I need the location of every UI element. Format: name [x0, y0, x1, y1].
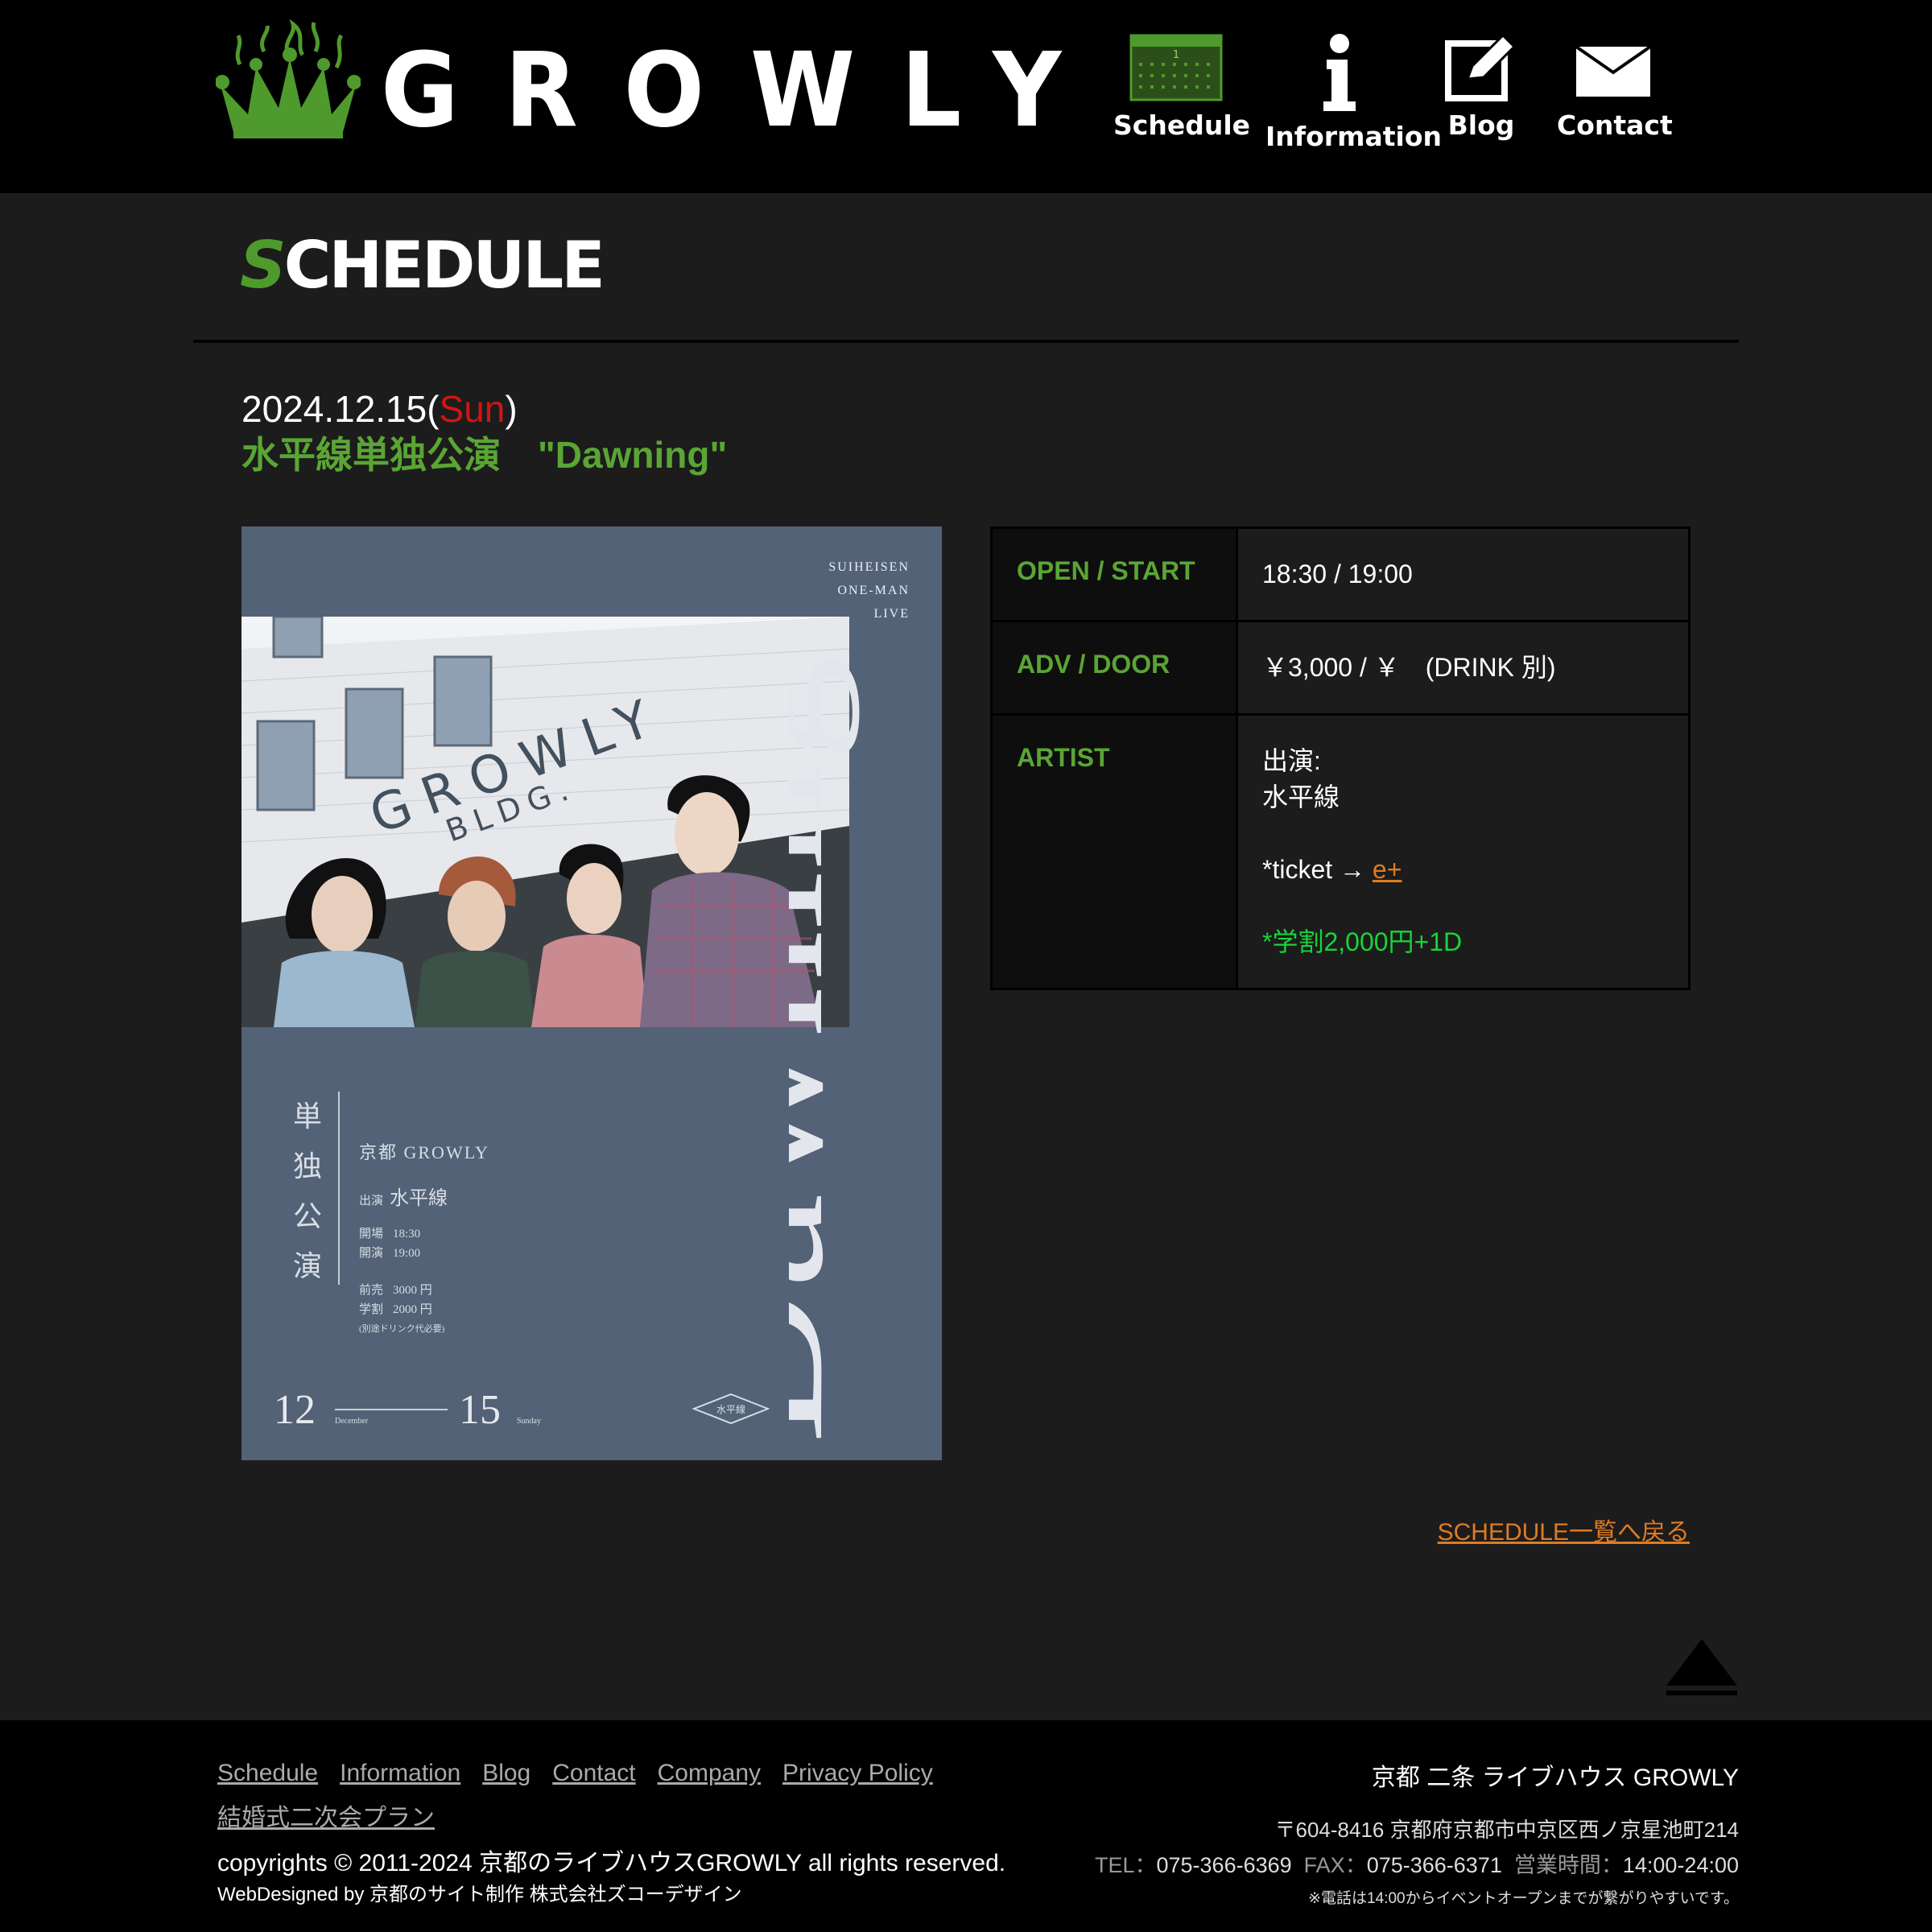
- footer-venue-name: 京都 二条 ライブハウス GROWLY: [1371, 1765, 1739, 1791]
- site-header: GROWLY 1 Schedule Information Blog Conta…: [0, 0, 1932, 193]
- row-key-open-start: OPEN / START: [990, 526, 1238, 622]
- flyer-vertical-title: 単 独 公 演: [291, 1092, 324, 1291]
- designer-credit: WebDesigned by 京都のサイト制作 株式会社ズコーデザイン: [217, 1884, 742, 1905]
- flyer-start-time: 19:00: [393, 1247, 421, 1260]
- flyer-stamp: 水平線: [692, 1393, 770, 1425]
- event-info-table: OPEN / START 18:30 / 19:00 ADV / DOOR ￥3…: [990, 526, 1690, 990]
- flyer-divider: [338, 1092, 340, 1285]
- nav-blog[interactable]: Blog: [1441, 32, 1521, 141]
- page-title-initial: S: [240, 228, 287, 303]
- nav-schedule[interactable]: 1 Schedule: [1113, 32, 1251, 141]
- nav-schedule-label: Schedule: [1113, 109, 1251, 141]
- flyer-start-label: 開演: [359, 1247, 384, 1260]
- event-flyer: SUIHEISEN ONE-MAN LIVE GROWLY BLDG. Dawn…: [242, 526, 942, 1460]
- flyer-performer: 水平線: [390, 1188, 448, 1209]
- brand-wordmark: GROWLY: [381, 30, 1108, 151]
- calendar-icon: 1: [1129, 34, 1223, 101]
- nav-contact[interactable]: Contact: [1557, 32, 1673, 141]
- info-icon: [1323, 34, 1356, 111]
- tel-number: 075-366-6369: [1156, 1853, 1292, 1877]
- flyer-adv-price: 3000 円: [393, 1284, 432, 1297]
- flyer-vertical-char: 単: [292, 1100, 322, 1133]
- phone-note: ※電話は14:00からイベントオープンまでが繋がりやすいです。: [1308, 1890, 1739, 1907]
- row-key-artist: ARTIST: [990, 713, 1238, 990]
- nav-information-label: Information: [1265, 121, 1442, 152]
- row-value-open-start: 18:30 / 19:00: [1236, 526, 1690, 622]
- flyer-venue: 京都 GROWLY: [359, 1142, 489, 1162]
- footer-link-schedule[interactable]: Schedule: [217, 1760, 318, 1786]
- flyer-day-name: Sunday: [517, 1417, 541, 1426]
- title-divider: [193, 340, 1739, 343]
- flyer-month: 12: [274, 1387, 316, 1433]
- flyer-stamp-text: 水平線: [716, 1403, 745, 1415]
- flyer-drink-note: (別途ドリンク代必要): [359, 1324, 445, 1334]
- ticket-prefix: *ticket →: [1262, 855, 1373, 884]
- flyer-big-title: Dawning: [789, 655, 860, 1444]
- student-discount-note: *学割2,000円+1D: [1262, 927, 1463, 956]
- event-date-text: 2024.12.15(: [242, 388, 440, 430]
- event-title: 水平線単独公演 "Dawning": [242, 434, 728, 476]
- fax-number: 075-366-6371: [1366, 1853, 1502, 1877]
- svg-text:1: 1: [1173, 49, 1179, 61]
- pencil-icon: [1445, 33, 1517, 101]
- flyer-date-dash: [335, 1409, 448, 1410]
- event-date: 2024.12.15(Sun): [242, 389, 518, 430]
- table-row: ADV / DOOR ￥3,000 / ￥ (DRINK 別): [990, 620, 1690, 716]
- nav-contact-label: Contact: [1557, 109, 1673, 141]
- flyer-open-time: 18:30: [393, 1228, 421, 1241]
- row-key-price: ADV / DOOR: [990, 620, 1238, 716]
- footer-link-company[interactable]: Company: [658, 1760, 761, 1786]
- site-footer: Schedule Information Blog Contact Company Pri…: [0, 1720, 1932, 1932]
- flyer-performer-label: 出演: [359, 1195, 384, 1208]
- footer-contact-line: TEL：075-366-6369 FAX：075-366-6371 営業時間：1…: [1095, 1847, 1739, 1879]
- flyer-header-text: SUIHEISEN ONE-MAN LIVE: [828, 555, 910, 625]
- flyer-month-name: December: [335, 1417, 369, 1426]
- nav-blog-label: Blog: [1447, 109, 1515, 141]
- flyer-open-label: 開場: [359, 1228, 384, 1241]
- flyer-details: 京都 GROWLY 出演 水平線 開場 18:30 開演 19:00 前売 30…: [359, 1138, 489, 1339]
- crown-icon: [216, 19, 361, 138]
- event-day-of-week: Sun: [439, 388, 506, 430]
- flyer-student-price: 2000 円: [393, 1303, 432, 1316]
- event-date-close: ): [505, 388, 518, 430]
- footer-link-information[interactable]: Information: [340, 1760, 460, 1786]
- footer-link-contact[interactable]: Contact: [552, 1760, 635, 1786]
- artist-label: 出演:: [1262, 746, 1321, 775]
- flyer-student-label: 学割: [359, 1303, 384, 1316]
- hours-label: 営業時間：: [1513, 1853, 1623, 1877]
- back-to-schedule-link[interactable]: SCHEDULE一覧へ戻る: [1438, 1512, 1690, 1547]
- row-value-artist: 出演: 水平線 *ticket → e+ *学割2,000円+1D: [1236, 713, 1690, 990]
- flyer-dawning-text: Dawning: [789, 655, 860, 1444]
- footer-link-blog[interactable]: Blog: [482, 1760, 530, 1786]
- copyright: copyrights © 2011-2024 京都のライブハウスGROWLY a…: [217, 1850, 1006, 1876]
- footer-nav: Schedule Information Blog Contact Company Pri…: [217, 1751, 1038, 1841]
- band-photo: GROWLY BLDG.: [242, 617, 849, 1027]
- flyer-day: 15: [459, 1387, 501, 1433]
- table-row: ARTIST 出演: 水平線 *ticket → e+ *学割2,000円+1D: [990, 713, 1690, 990]
- table-row: OPEN / START 18:30 / 19:00: [990, 526, 1690, 622]
- page-title-rest: CHEDULE: [283, 228, 605, 303]
- row-value-price: ￥3,000 / ￥ (DRINK 別): [1236, 620, 1690, 716]
- site-logo[interactable]: GROWLY: [216, 19, 1061, 148]
- footer-link-wedding-plan[interactable]: 結婚式二次会プラン: [217, 1805, 435, 1831]
- flyer-vertical-char: 演: [292, 1250, 322, 1282]
- flyer-adv-label: 前売: [359, 1284, 384, 1297]
- flyer-vertical-char: 公: [292, 1200, 322, 1232]
- artist-name: 水平線: [1262, 782, 1340, 811]
- fax-label: FAX：: [1303, 1853, 1367, 1877]
- business-hours: 14:00-24:00: [1622, 1853, 1739, 1877]
- footer-address: 〒604-8416 京都府京都市中京区西ノ京星池町214: [1274, 1818, 1739, 1842]
- flyer-top-line: ONE-MAN: [837, 584, 910, 597]
- envelope-icon: [1575, 45, 1652, 97]
- ticket-link[interactable]: e+: [1373, 855, 1402, 884]
- nav-information[interactable]: Information: [1265, 32, 1442, 152]
- scroll-to-top-icon[interactable]: [1665, 1637, 1739, 1697]
- page-title: SCHEDULE: [240, 233, 605, 298]
- tel-label: TEL：: [1094, 1853, 1157, 1877]
- flyer-top-line: SUIHEISEN: [828, 560, 910, 574]
- footer-link-privacy[interactable]: Privacy Policy: [782, 1760, 933, 1786]
- flyer-vertical-char: 独: [292, 1150, 322, 1183]
